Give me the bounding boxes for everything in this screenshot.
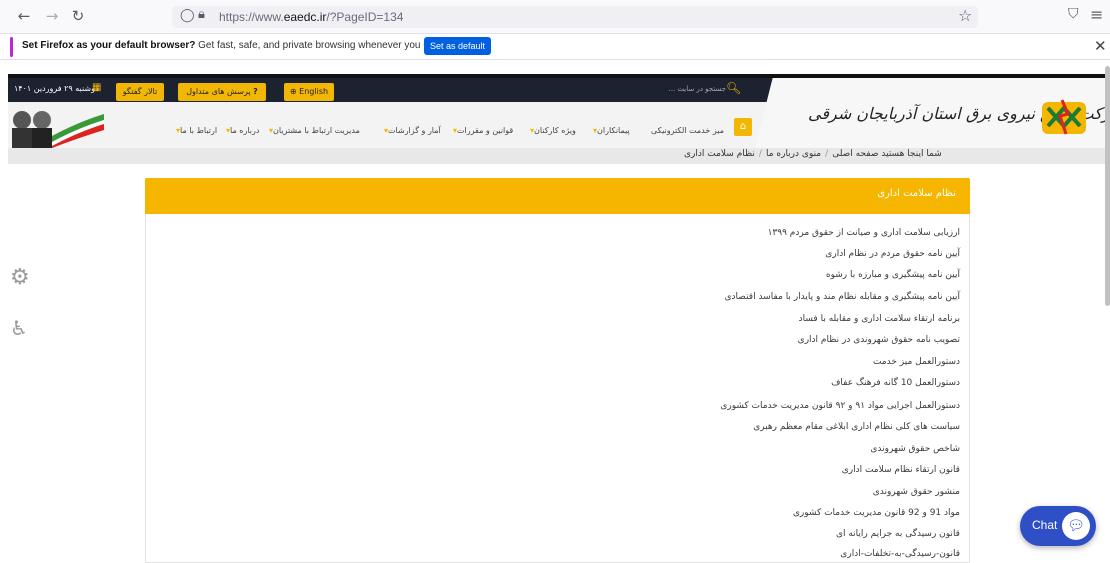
breadcrumb-separator: / (758, 149, 762, 159)
chat-bubble-icon: 💬︎ (1062, 512, 1090, 540)
list-item-link[interactable]: تصویب نامه حقوق شهروندی در نظام اداری (798, 335, 960, 345)
list-item-link[interactable]: دستورالعمل میز خدمت (873, 357, 960, 367)
date-text: دوشنبه ۲۹ فروردین ۱۴۰۱ (14, 84, 99, 93)
question-icon: ? (253, 87, 258, 96)
menu-item-about[interactable]: درباره ما▾ (226, 126, 259, 135)
menu-label: مدیریت ارتباط با مشتریان (273, 126, 360, 135)
list-item-link[interactable]: شاخص حقوق شهروندی (870, 444, 960, 454)
list-item-link[interactable]: برنامه ارتقاء سلامت اداری و مقابله با فس… (799, 314, 960, 324)
english-label: English (299, 87, 329, 96)
set-as-default-button[interactable]: Set as default (424, 37, 491, 55)
globe-icon: ⊕ (289, 87, 297, 96)
calendar-icon: ▦ (92, 82, 102, 93)
reload-icon[interactable]: ↻ (68, 6, 88, 26)
chat-button[interactable]: Chat 💬︎ (1020, 506, 1096, 546)
forward-icon[interactable]: → (42, 6, 62, 26)
menu-label: ویژه کارکنان (534, 126, 576, 135)
english-button[interactable]: ⊕ English (284, 83, 334, 101)
page-scrollbar[interactable] (1105, 66, 1110, 306)
menu-label: میز خدمت الکترونیکی (651, 126, 724, 135)
search-icon[interactable]: 🔍︎ (726, 81, 741, 95)
menu-item-reports[interactable]: آمار و گزارشات▾ (384, 126, 441, 135)
company-logo-icon[interactable] (1040, 96, 1088, 138)
lock-icon[interactable]: 🔒︎ (198, 7, 205, 22)
breadcrumb-lead: شما اینجا هستید (881, 149, 942, 159)
faq-label: پرسش های متداول (186, 87, 251, 96)
list-item-link[interactable]: دستورالعمل اجرایی مواد ۹۱ و ۹۲ قانون مدی… (720, 401, 960, 411)
list-item-link[interactable]: ارزیابی سلامت اداری و صیانت از حقوق مردم… (768, 228, 960, 238)
menu-label: پیمانکاران (597, 126, 630, 135)
breadcrumb: شما اینجا هستید صفحه اصلی/منوی درباره ما… (684, 149, 942, 159)
close-icon[interactable]: ✕ (1094, 37, 1107, 55)
breadcrumb-about[interactable]: منوی درباره ما (766, 149, 821, 159)
breadcrumb-separator: / (825, 149, 829, 159)
faq-button[interactable]: پرسش های متداول ? (178, 83, 266, 101)
menu-item-e-service[interactable]: میز خدمت الکترونیکی (651, 126, 724, 135)
home-icon[interactable]: ⌂ (734, 118, 752, 136)
menu-label: آمار و گزارشات (388, 126, 441, 135)
breadcrumb-bar (8, 148, 1108, 164)
menu-label: درباره ما (230, 126, 260, 135)
menu-item-laws[interactable]: قوانین و مقررات▾ (453, 126, 513, 135)
menu-item-contact[interactable]: ارتباط با ما▾ (176, 126, 217, 135)
accessibility-icon[interactable]: ♿︎ (10, 316, 28, 340)
tracking-shield-icon[interactable]: ◯ (180, 8, 195, 23)
notification-accent (10, 37, 13, 57)
list-item-link[interactable]: دستورالعمل 10 گانه فرهنگ عفاف (831, 378, 960, 388)
search-placeholder: جستجو در سایت ... (668, 85, 727, 93)
chat-label: Chat (1032, 518, 1058, 532)
breadcrumb-home[interactable]: صفحه اصلی (832, 149, 878, 159)
back-icon[interactable]: ← (14, 6, 34, 26)
list-item-link[interactable]: مواد 91 و 92 قانون مدیریت خدمات کشوری (793, 508, 960, 518)
list-item-link[interactable]: آیین نامه پیشگیری و مقابله نظام مند و پا… (724, 292, 960, 302)
menu-item-contractors[interactable]: پیمانکاران▾ (593, 126, 630, 135)
menu-item-staff[interactable]: ویژه کارکنان▾ (530, 126, 576, 135)
list-item-link[interactable]: آیین نامه حقوق مردم در نظام اداری (825, 249, 960, 259)
menu-label: ارتباط با ما (180, 126, 218, 135)
list-item-link[interactable]: قانون-رسیدگی-به-تخلفات-اداری (840, 549, 960, 559)
notification-text: Set Firefox as your default browser? Get… (22, 40, 480, 51)
gear-icon[interactable]: ⚙ (10, 265, 30, 290)
list-item-link[interactable]: قانون ارتقاء نظام سلامت اداری (842, 465, 960, 475)
hamburger-menu-icon[interactable]: ≡ (1090, 5, 1103, 24)
list-item-link[interactable]: منشور حقوق شهروندی (873, 487, 960, 497)
menu-label: قوانین و مقررات (457, 126, 514, 135)
pocket-icon[interactable]: ⛉ (1068, 6, 1079, 22)
list-item-link[interactable]: آیین نامه پیشگیری و مبارزه با رشوه (826, 270, 960, 280)
list-item-link[interactable]: قانون رسیدگی به جرایم رایانه ای (836, 529, 960, 539)
menu-item-crm[interactable]: مدیریت ارتباط با مشتریان▾ (269, 126, 360, 135)
panel-title: نظام سلامت اداری (877, 188, 956, 199)
url-text[interactable]: https://www.eaedc.ir/?PageID=134 (219, 10, 403, 24)
leaders-banner-image (8, 102, 108, 148)
list-item-link[interactable]: سیاست های کلی نظام اداری ابلاغی مقام معظ… (753, 422, 960, 432)
forum-button[interactable]: تالار گفتگو (116, 83, 164, 101)
bookmark-star-icon[interactable]: ☆ (958, 6, 972, 25)
breadcrumb-current: نظام سلامت اداری (684, 149, 755, 159)
